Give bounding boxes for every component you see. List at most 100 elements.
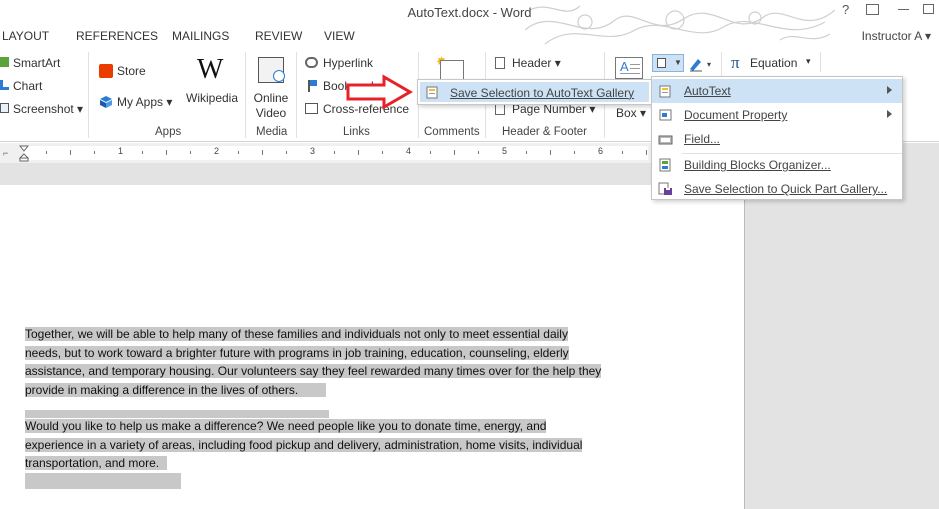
- cross-reference-icon: [305, 103, 318, 114]
- smartart-icon: [0, 57, 9, 67]
- ruler-tick: [622, 151, 623, 154]
- equation-pi-icon: π: [731, 53, 740, 72]
- document-property-icon: [658, 108, 673, 122]
- ruler-number: 1: [118, 146, 124, 156]
- tab-review[interactable]: REVIEW: [255, 29, 302, 43]
- field-label: Field...: [684, 132, 721, 146]
- ruler-number: 4: [406, 146, 412, 156]
- tab-references[interactable]: REFERENCES: [76, 29, 158, 43]
- apps-group-label: Apps: [155, 126, 182, 138]
- group-separator: [820, 52, 821, 72]
- text-line: Would you like to help us make a differe…: [25, 419, 547, 433]
- links-group-label: Links: [343, 126, 370, 138]
- field-icon: [658, 134, 673, 145]
- ruler-tick: [70, 150, 71, 155]
- selection-end: [25, 473, 181, 489]
- online-video-label-1: Online: [253, 91, 289, 105]
- ruler-tick: [190, 151, 191, 154]
- tab-view[interactable]: VIEW: [324, 29, 355, 43]
- ruler-tick: [334, 151, 335, 154]
- quick-parts-menu: AutoText Document Property Field... Buil…: [651, 76, 903, 200]
- tab-layout[interactable]: LAYOUT: [2, 29, 49, 43]
- comments-group-label: Comments: [424, 126, 480, 138]
- paragraph-2[interactable]: Would you like to help us make a differe…: [25, 417, 583, 473]
- ruler-tick: [454, 150, 455, 155]
- screenshot-button[interactable]: Screenshot ▾: [13, 102, 83, 116]
- group-separator: [245, 52, 246, 138]
- header-button[interactable]: Header ▾: [512, 56, 561, 70]
- user-name: Instructor A: [861, 29, 922, 43]
- store-button[interactable]: Store: [117, 64, 146, 78]
- online-video-icon: [258, 57, 285, 83]
- chart-button[interactable]: Chart: [13, 79, 42, 93]
- menu-item-field[interactable]: Field...: [652, 127, 902, 151]
- signature-line-button[interactable]: ▾: [688, 56, 716, 72]
- store-icon: [99, 64, 113, 78]
- building-blocks-label: Building Blocks Organizer...: [684, 158, 831, 172]
- ruler-tick: [550, 150, 551, 155]
- ruler-tick: [94, 151, 95, 154]
- submenu-arrow-icon: [887, 110, 892, 118]
- group-separator: [88, 52, 89, 138]
- maximize-button[interactable]: [923, 4, 934, 14]
- hyperlink-button[interactable]: Hyperlink: [323, 56, 373, 70]
- smartart-button[interactable]: SmartArt: [13, 56, 60, 70]
- tab-selector-icon[interactable]: ⌐: [3, 148, 13, 158]
- text-box-icon: A: [615, 57, 643, 79]
- quick-parts-button[interactable]: ▼: [652, 54, 684, 72]
- ruler-tick: [358, 150, 359, 155]
- indent-marker-icon[interactable]: [18, 145, 30, 162]
- online-video-button[interactable]: Online Video: [253, 91, 289, 120]
- ruler-tick: [382, 151, 383, 154]
- menu-item-document-property[interactable]: Document Property: [652, 103, 902, 127]
- minimize-button[interactable]: [898, 9, 909, 10]
- equation-dropdown-icon[interactable]: ▾: [806, 56, 811, 67]
- menu-item-save-quick-part[interactable]: Save Selection to Quick Part Gallery...: [652, 177, 902, 201]
- text-box-label: Box: [616, 106, 637, 120]
- ribbon-tabs: LAYOUT REFERENCES MAILINGS REVIEW VIEW I…: [0, 26, 939, 48]
- new-comment-icon[interactable]: [440, 60, 464, 80]
- save-quick-part-icon: [658, 182, 673, 196]
- ruler-tick: [46, 151, 47, 154]
- my-apps-button[interactable]: My Apps ▾: [117, 95, 172, 109]
- menu-item-building-blocks[interactable]: Building Blocks Organizer...: [652, 153, 902, 177]
- ruler-tick: [430, 151, 431, 154]
- text-line: needs, but to work toward a brighter fut…: [25, 345, 569, 360]
- help-icon[interactable]: ?: [842, 2, 849, 17]
- user-account[interactable]: Instructor A ▾: [862, 29, 931, 43]
- text-line: experience in a variety of areas, includ…: [25, 437, 583, 452]
- ruler-number: 6: [598, 146, 604, 156]
- header-label: Header: [512, 56, 552, 70]
- menu-item-autotext[interactable]: AutoText: [652, 79, 902, 103]
- ruler-tick: [142, 151, 143, 154]
- media-group-label: Media: [256, 126, 288, 138]
- document-property-label: Document Property: [684, 108, 788, 122]
- header-dropdown-icon: ▾: [554, 56, 561, 70]
- autotext-save-icon: [425, 85, 440, 99]
- ruler-number: 5: [502, 146, 508, 156]
- save-selection-autotext-item[interactable]: Save Selection to AutoText Gallery: [420, 82, 649, 102]
- user-dropdown-icon: ▾: [924, 29, 931, 43]
- text-box-dropdown-icon: ▾: [640, 106, 647, 120]
- header-icon: [495, 57, 505, 69]
- save-selection-autotext-label: Save Selection to AutoText Gallery: [450, 86, 635, 100]
- title-bar: AutoText.docx - Word ?: [0, 0, 939, 45]
- quick-parts-icon: [657, 58, 666, 68]
- text-box-button[interactable]: Box ▾: [616, 106, 646, 120]
- ruler-number: 3: [310, 146, 316, 156]
- wikipedia-icon: W: [197, 54, 224, 85]
- ruler-tick: [646, 150, 647, 155]
- ribbon-display-icon[interactable]: [866, 4, 879, 15]
- window-title: AutoText.docx - Word: [407, 5, 532, 20]
- my-apps-label: My Apps: [117, 95, 164, 109]
- screenshot-dropdown-icon: ▾: [77, 102, 84, 116]
- equation-button[interactable]: Equation: [750, 56, 797, 70]
- ruler-tick: [286, 151, 287, 154]
- paragraph-1[interactable]: Together, we will be able to help many o…: [25, 325, 602, 409]
- horizontal-ruler[interactable]: 1 2 3 4 5 6: [24, 146, 648, 160]
- wikipedia-button[interactable]: Wikipedia: [186, 91, 238, 105]
- tab-mailings[interactable]: MAILINGS: [172, 29, 229, 43]
- quick-parts-dropdown-icon: ▼: [674, 58, 682, 67]
- ruler-tick: [574, 151, 575, 154]
- ruler-tick: [478, 151, 479, 154]
